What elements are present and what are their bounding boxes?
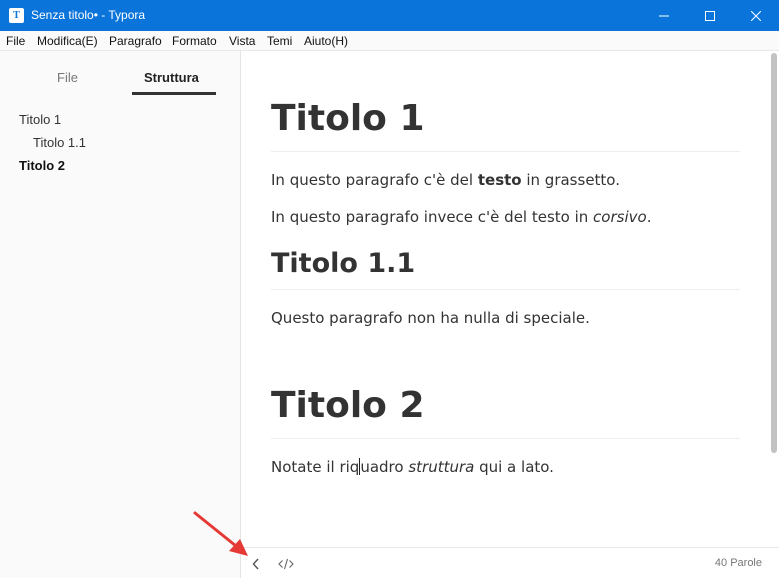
title-bar: T Senza titolo• - Typora: [0, 0, 779, 31]
menu-modifica[interactable]: Modifica(E): [37, 34, 98, 48]
close-icon: [751, 10, 761, 21]
scroll-thumb[interactable]: [771, 53, 777, 453]
toggle-sidebar-button[interactable]: [247, 556, 265, 572]
menu-bar: File Modifica(E) Paragrafo Formato Vista…: [0, 31, 779, 51]
heading-titolo-1[interactable]: Titolo 1: [271, 98, 425, 139]
source-code-icon: [278, 558, 294, 570]
paragraph-italic[interactable]: In questo paragrafo invece c'è del testo…: [271, 208, 651, 226]
active-tab-indicator: [132, 92, 216, 95]
minimize-icon: [659, 15, 669, 16]
editor-area[interactable]: Titolo 1 In questo paragrafo c'è del tes…: [241, 51, 769, 547]
outline-item-titolo-1-1[interactable]: Titolo 1.1: [33, 135, 86, 150]
chevron-left-icon: [252, 558, 259, 570]
paragraph-plain[interactable]: Questo paragrafo non ha nulla di special…: [271, 309, 590, 327]
close-button[interactable]: [733, 0, 779, 31]
menu-aiuto[interactable]: Aiuto(H): [304, 34, 348, 48]
maximize-button[interactable]: [687, 0, 733, 31]
menu-vista[interactable]: Vista: [229, 34, 255, 48]
paragraph-with-caret[interactable]: Notate il riquadro struttura qui a lato.: [271, 458, 554, 476]
heading-titolo-1-1[interactable]: Titolo 1.1: [271, 248, 415, 279]
status-bar: 40 Parole: [241, 547, 779, 578]
heading-rule: [271, 438, 740, 439]
maximize-icon: [705, 10, 715, 21]
menu-file[interactable]: File: [6, 34, 25, 48]
window-title: Senza titolo• - Typora: [31, 8, 146, 22]
menu-temi[interactable]: Temi: [267, 34, 292, 48]
editor-scrollbar[interactable]: [769, 51, 779, 547]
sidebar: File Struttura Titolo 1 Titolo 1.1 Titol…: [0, 51, 241, 578]
heading-rule: [271, 289, 740, 290]
paragraph-bold[interactable]: In questo paragrafo c'è del testo in gra…: [271, 171, 620, 189]
outline-item-titolo-1[interactable]: Titolo 1: [19, 112, 61, 127]
tab-file[interactable]: File: [57, 70, 78, 85]
word-count[interactable]: 40 Parole: [715, 557, 762, 569]
menu-formato[interactable]: Formato: [172, 34, 217, 48]
menu-paragrafo[interactable]: Paragrafo: [109, 34, 162, 48]
outline-item-titolo-2[interactable]: Titolo 2: [19, 158, 65, 173]
source-mode-button[interactable]: [277, 556, 295, 572]
tab-struttura[interactable]: Struttura: [144, 70, 199, 85]
heading-rule: [271, 151, 740, 152]
typora-app-icon: T: [9, 8, 24, 23]
minimize-button[interactable]: [641, 0, 687, 31]
heading-titolo-2[interactable]: Titolo 2: [271, 385, 425, 426]
